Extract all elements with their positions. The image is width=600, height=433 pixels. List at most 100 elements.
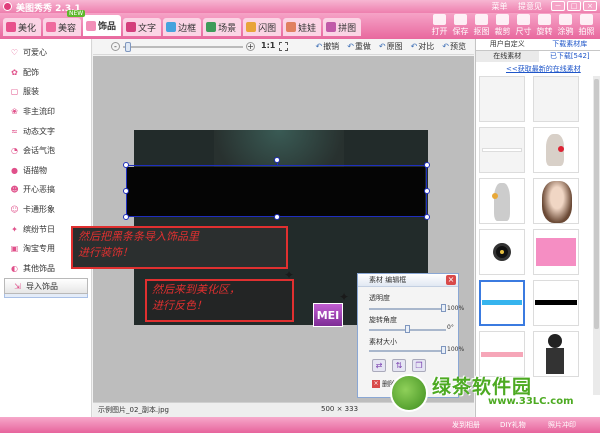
tab-icon: [206, 22, 217, 32]
tab-1[interactable]: 美化: [3, 18, 42, 36]
tab-download-library[interactable]: 下载素材库: [538, 39, 600, 51]
size-slider[interactable]: [369, 350, 446, 352]
rotation-slider-knob[interactable]: [405, 325, 410, 333]
material-thumbnail-black-bar[interactable]: [533, 280, 579, 326]
app-logo-icon: [3, 2, 12, 11]
original-button[interactable]: 原图: [379, 41, 403, 52]
tab-6[interactable]: 场景: [203, 18, 242, 36]
toolbar-icon: [496, 14, 509, 25]
close-button[interactable]: ×: [583, 1, 597, 11]
tab-2[interactable]: 美容: [43, 18, 82, 36]
panel-tabs[interactable]: 素材 编辑框: [369, 276, 406, 284]
photo-print-link[interactable]: 照片冲印: [548, 420, 576, 430]
maximize-button[interactable]: □: [567, 1, 581, 11]
material-thumbnail[interactable]: [533, 127, 579, 173]
resize-handle-left[interactable]: [123, 188, 129, 194]
category-item-5[interactable]: ≈ 动态文字: [4, 121, 88, 141]
subtab-online[interactable]: 在线素材: [476, 51, 539, 62]
preview-button[interactable]: 预览: [442, 41, 466, 52]
category-item-7[interactable]: ● 语描物: [4, 161, 88, 181]
toolbar-button-6[interactable]: 旋转: [534, 14, 555, 37]
zoom-slider-knob[interactable]: [125, 42, 132, 52]
zoom-slider-track[interactable]: [123, 46, 243, 48]
material-thumbnail-selected[interactable]: [479, 280, 525, 326]
toolbar-button-3[interactable]: 抠图: [471, 14, 492, 37]
material-thumbnail[interactable]: [479, 331, 525, 377]
diy-gift-link[interactable]: DIY礼物: [500, 420, 526, 430]
material-thumbnail[interactable]: [533, 76, 579, 122]
material-thumbnail[interactable]: [533, 229, 579, 275]
tab-icon: [86, 20, 97, 31]
menu-link[interactable]: 菜单: [491, 2, 507, 11]
toolbar-button-2[interactable]: 保存: [450, 14, 471, 37]
category-item-9[interactable]: ☺ 卡通形象: [4, 200, 88, 220]
material-thumbnail[interactable]: [533, 178, 579, 224]
toolbar-button-7[interactable]: 涂鸦: [555, 14, 576, 37]
get-latest-link[interactable]: <<获取最新的在线素材: [506, 64, 581, 74]
subtab-downloaded[interactable]: 已下载[542]: [538, 51, 600, 62]
minimize-button[interactable]: －: [551, 1, 565, 11]
category-item-3[interactable]: ▢ 服装: [4, 82, 88, 102]
fit-screen-icon[interactable]: [279, 42, 288, 51]
category-item-8[interactable]: ☻ 开心恶搞: [4, 180, 88, 200]
category-item-4[interactable]: ❀ 非主流印: [4, 102, 88, 122]
actual-size-button[interactable]: 1:1: [261, 41, 275, 50]
category-item-6[interactable]: ◔ 会话气泡: [4, 141, 88, 161]
opacity-slider-knob[interactable]: [441, 304, 446, 312]
toolbar-button-8[interactable]: 拍照: [576, 14, 597, 37]
meitu-logo: MEI: [313, 303, 343, 327]
category-item-1[interactable]: ♡ 可爱心: [4, 43, 88, 63]
site-watermark: 绿茶软件园 www.33LC.com: [390, 372, 600, 417]
feedback-link[interactable]: 提意见: [518, 2, 542, 11]
toolbar-label: 涂鸦: [557, 27, 574, 36]
rotate-handle[interactable]: [274, 157, 280, 163]
panel-close-icon[interactable]: ×: [446, 275, 456, 285]
flip-horizontal-icon[interactable]: ⇄: [372, 359, 386, 372]
undo-button[interactable]: 撤销: [315, 41, 339, 52]
tab-9[interactable]: 拼图: [323, 18, 362, 36]
flip-vertical-icon[interactable]: ⇅: [392, 359, 406, 372]
zoom-out-button[interactable]: -: [111, 42, 120, 51]
size-slider-knob[interactable]: [441, 346, 446, 354]
resize-handle-right[interactable]: [424, 188, 430, 194]
scrollbar-thumb[interactable]: [594, 79, 599, 329]
material-thumbnail[interactable]: [533, 331, 579, 377]
material-scrollbar[interactable]: [593, 76, 600, 395]
compare-button[interactable]: 对比: [411, 41, 434, 52]
material-thumbnail[interactable]: [479, 127, 525, 173]
toolbar-button-5[interactable]: 尺寸: [513, 14, 534, 37]
tab-icon: [246, 22, 257, 32]
import-decoration-button[interactable]: ⇲ 导入饰品: [4, 278, 88, 294]
resize-handle-top-left[interactable]: [123, 162, 129, 168]
tab-3[interactable]: 饰品: [83, 15, 122, 36]
tab-user-custom[interactable]: 用户自定义: [476, 39, 539, 51]
material-thumbnail[interactable]: [479, 76, 525, 122]
resize-handle-bottom[interactable]: [274, 214, 280, 220]
zoom-in-button[interactable]: +: [246, 42, 255, 51]
material-thumbnail[interactable]: [479, 178, 525, 224]
resize-handle-bottom-right[interactable]: [424, 214, 430, 220]
toolbar-button-4[interactable]: 裁剪: [492, 14, 513, 37]
resize-handle-top-right[interactable]: [424, 162, 430, 168]
toolbar-button-1[interactable]: 打开: [429, 14, 450, 37]
category-item-2[interactable]: ✿ 配饰: [4, 63, 88, 83]
file-name: 示例图片_02_副本.jpg: [98, 406, 169, 414]
tab-icon: [46, 22, 57, 32]
tab-7[interactable]: 闪图: [243, 18, 282, 36]
image-size: 500 × 333: [321, 405, 359, 413]
tab-8[interactable]: 娃娃: [283, 18, 322, 36]
material-thumbnail[interactable]: [479, 229, 525, 275]
selection-box[interactable]: [126, 165, 427, 217]
tab-5[interactable]: 边框: [163, 18, 202, 36]
title-bar: 美图秀秀 2.3.1 菜单 提意见 － □ ×: [0, 0, 600, 14]
share-album-link[interactable]: 发到相册: [452, 420, 480, 430]
copy-material-icon[interactable]: ❐: [412, 359, 426, 372]
annotation-note-2: 然后来到美化区， 进行反色！: [145, 279, 294, 322]
tab-4[interactable]: 文字: [123, 18, 162, 36]
rotation-value: 0°: [447, 324, 454, 331]
redo-button[interactable]: 重做: [347, 41, 371, 52]
opacity-slider[interactable]: [369, 308, 446, 310]
window-controls: － □ ×: [551, 1, 597, 11]
resize-handle-bottom-left[interactable]: [123, 214, 129, 220]
material-tabs: 用户自定义 下载素材库: [476, 39, 600, 51]
